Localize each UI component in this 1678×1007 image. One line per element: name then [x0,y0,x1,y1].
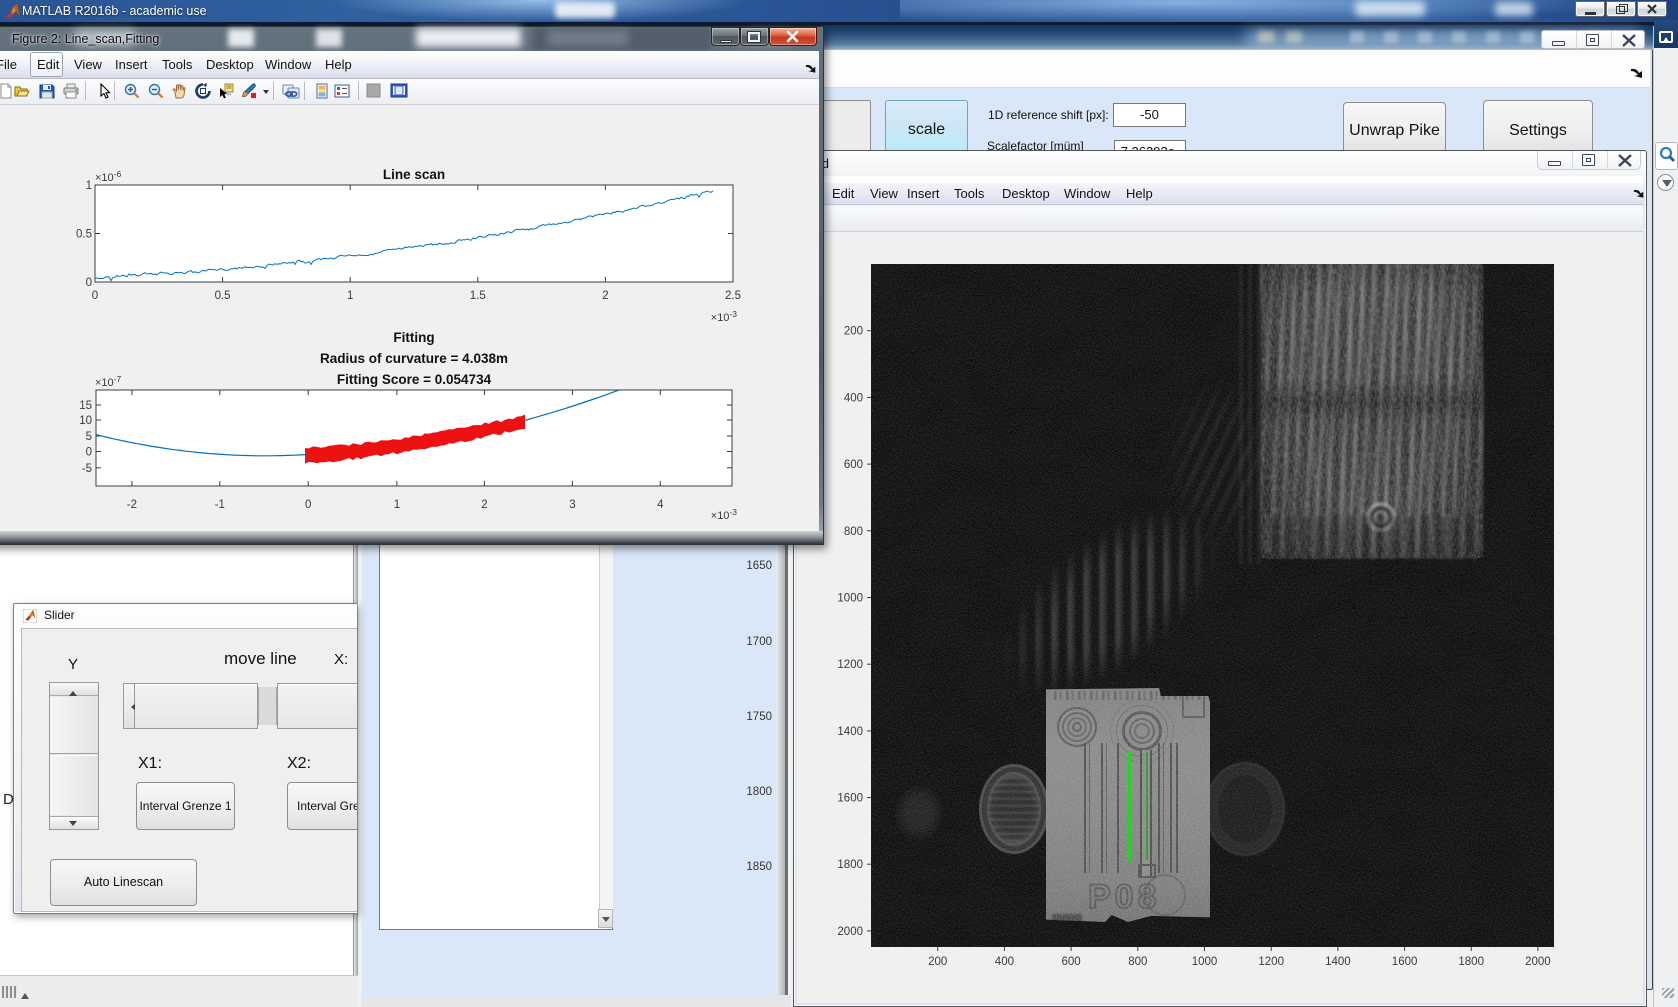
svg-text:1000: 1000 [1192,956,1218,968]
svg-text:1600: 1600 [837,793,863,805]
svg-text:0.5: 0.5 [215,290,231,302]
svg-text:1: 1 [347,290,353,302]
svg-text:-5: -5 [82,463,92,475]
svg-text:1000: 1000 [837,593,863,605]
svg-text:400: 400 [995,956,1014,968]
svg-text:0: 0 [92,290,98,302]
svg-text:1.5: 1.5 [470,290,486,302]
svg-text:1800: 1800 [837,859,863,871]
svg-text:Radius of curvature = 4.038m: Radius of curvature = 4.038m [320,351,508,366]
svg-text:1200: 1200 [837,659,863,671]
svg-text:2000: 2000 [837,926,863,938]
svg-text:-2: -2 [127,499,137,511]
svg-text:×10-7: ×10-7 [95,374,122,389]
svg-text:1: 1 [394,499,400,511]
svg-text:3: 3 [569,499,575,511]
svg-text:×10-3: ×10-3 [711,309,738,324]
svg-text:1800: 1800 [1458,956,1484,968]
svg-text:2: 2 [602,290,608,302]
svg-text:0.5: 0.5 [76,229,92,241]
svg-text:15: 15 [79,400,92,412]
svg-text:Line scan: Line scan [383,167,445,182]
svg-text:200: 200 [844,326,863,338]
svg-text:2000: 2000 [1525,956,1551,968]
svg-text:0: 0 [86,447,92,459]
svg-text:Fitting: Fitting [393,330,434,345]
svg-text:0: 0 [305,499,311,511]
svg-text:1: 1 [86,180,92,192]
svg-text:10: 10 [79,415,92,427]
svg-text:800: 800 [844,526,863,538]
svg-text:0: 0 [86,277,92,289]
svg-text:600: 600 [844,459,863,471]
svg-text:1200: 1200 [1258,956,1284,968]
svg-text:×10-3: ×10-3 [711,507,738,522]
svg-text:4: 4 [657,499,664,511]
svg-text:2.5: 2.5 [725,290,741,302]
svg-text:200: 200 [928,956,947,968]
svg-text:2: 2 [481,499,487,511]
svg-text:5: 5 [86,431,92,443]
svg-text:×10-6: ×10-6 [95,169,122,184]
svg-text:1600: 1600 [1392,956,1418,968]
svg-text:800: 800 [1128,956,1147,968]
svg-text:1400: 1400 [1325,956,1351,968]
svg-text:-1: -1 [215,499,225,511]
svg-text:1400: 1400 [837,726,863,738]
svg-text:600: 600 [1062,956,1081,968]
svg-text:400: 400 [844,392,863,404]
svg-text:Fitting Score = 0.054734: Fitting Score = 0.054734 [337,372,492,387]
